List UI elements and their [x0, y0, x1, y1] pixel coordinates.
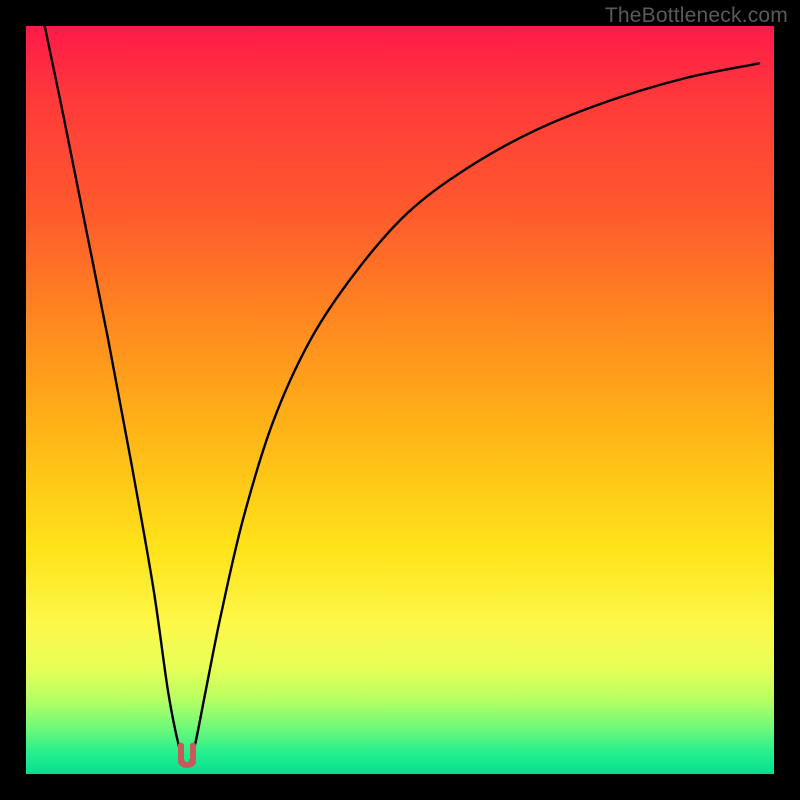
bottleneck-curve [26, 26, 774, 774]
bottleneck-marker-icon [171, 741, 203, 769]
plot-area [26, 26, 774, 774]
watermark-text: TheBottleneck.com [605, 4, 788, 28]
chart-frame: TheBottleneck.com [0, 0, 800, 800]
